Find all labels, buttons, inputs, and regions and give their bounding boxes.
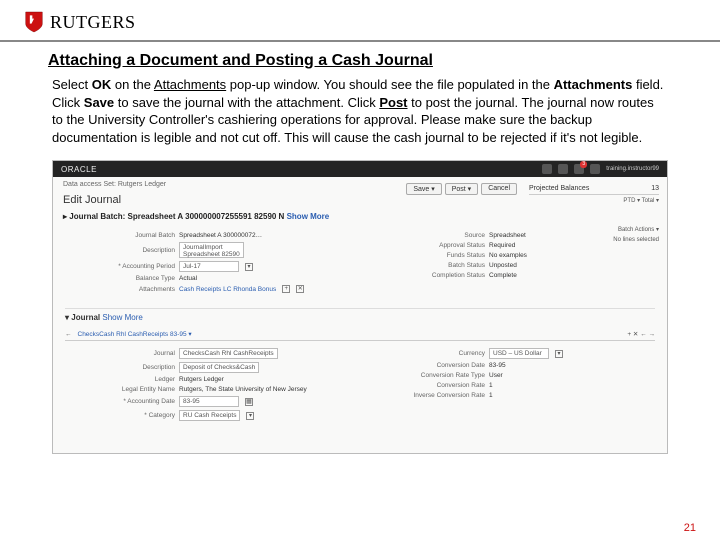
home-icon[interactable] — [542, 164, 552, 174]
star-icon[interactable] — [558, 164, 568, 174]
section-title: Attaching a Document and Posting a Cash … — [0, 42, 720, 76]
user-label: training.instructor99 — [606, 166, 659, 172]
bell-icon[interactable]: 3 — [574, 164, 584, 174]
action-button-row: Save ▾ Post ▾ Cancel — [406, 183, 517, 195]
oracle-screenshot: ORACLE 3 training.instructor99 Data acce… — [52, 160, 668, 454]
instruction-paragraph: Select OK on the Attachments pop-up wind… — [0, 76, 720, 156]
post-button[interactable]: Post ▾ — [445, 183, 478, 195]
remove-attachment-icon[interactable]: ✕ — [296, 285, 304, 293]
page-header: RUTGERS — [0, 0, 720, 42]
rutgers-wordmark: RUTGERS — [50, 12, 136, 33]
add-attachment-icon[interactable]: + — [282, 285, 290, 293]
page-number: 21 — [684, 522, 696, 534]
category-dropdown-icon[interactable]: ▾ — [246, 412, 254, 420]
projected-balances-panel: Projected Balances13 PTD ▾ Total ▾ Batch… — [529, 183, 659, 245]
cancel-button[interactable]: Cancel — [481, 183, 517, 195]
journal-section: ▾ Journal Show More ← ChecksCash Rhl Cas… — [53, 300, 667, 428]
oracle-logo: ORACLE — [61, 165, 97, 174]
currency-dropdown-icon[interactable]: ▾ — [555, 350, 563, 358]
rutgers-shield-icon — [24, 10, 44, 34]
oracle-topbar: ORACLE 3 training.instructor99 — [53, 161, 667, 177]
attachment-link[interactable]: Cash Receipts LC Rhonda Bonus — [179, 286, 276, 293]
save-button[interactable]: Save ▾ — [406, 183, 441, 195]
journal-tabs[interactable]: ← ChecksCash Rhl CashReceipts 83-95 ▾ + … — [65, 328, 655, 341]
gear-icon[interactable] — [590, 164, 600, 174]
date-picker-icon[interactable]: ▦ — [245, 398, 253, 406]
topbar-icons: 3 training.instructor99 — [542, 164, 659, 174]
period-dropdown-icon[interactable]: ▾ — [245, 263, 253, 271]
